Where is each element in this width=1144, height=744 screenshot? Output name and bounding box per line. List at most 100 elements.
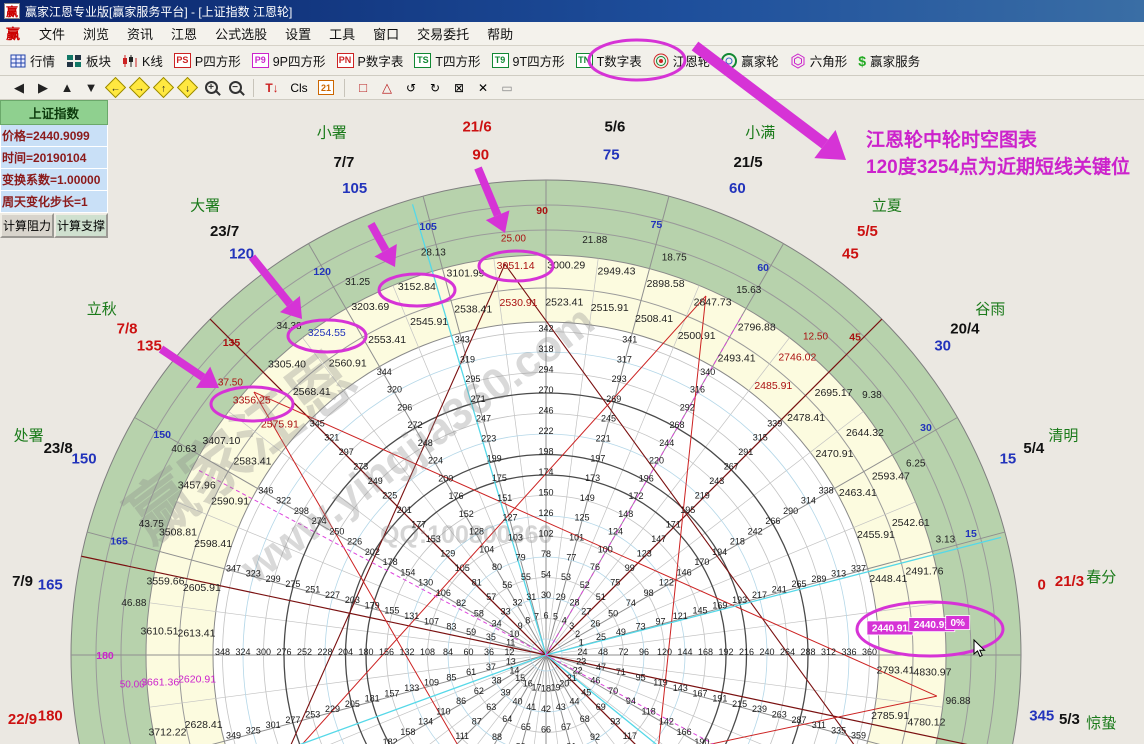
- menu-browse[interactable]: 浏览: [74, 22, 118, 45]
- svg-text:17: 17: [532, 682, 542, 692]
- svg-text:48: 48: [598, 647, 608, 657]
- svg-text:338: 338: [819, 485, 834, 495]
- zoom-out-button[interactable]: −: [224, 78, 246, 98]
- svg-text:3000.29: 3000.29: [547, 260, 585, 272]
- rotate-cw-button[interactable]: ↻: [424, 78, 446, 98]
- svg-text:336: 336: [841, 647, 856, 657]
- svg-text:145: 145: [693, 606, 708, 616]
- svg-text:346: 346: [258, 485, 273, 495]
- svg-text:2440.91: 2440.91: [872, 623, 909, 634]
- menu-trade-entrust[interactable]: 交易委托: [408, 22, 478, 45]
- rotate-ccw-button[interactable]: ↺: [400, 78, 422, 98]
- calc-support-button[interactable]: 计算支撑: [54, 213, 108, 238]
- toolbar-kline-button[interactable]: K线: [118, 49, 170, 72]
- calendar-button[interactable]: 21: [315, 78, 337, 98]
- pan-left-button[interactable]: ←: [104, 78, 126, 98]
- toolbar-t-square-button[interactable]: TS T四方形: [410, 49, 487, 72]
- svg-text:196: 196: [639, 473, 654, 483]
- svg-text:34: 34: [492, 619, 502, 629]
- gann-wheel-chart[interactable]: 赢家江恩www.yingjia360.comQQ:1008003602770.9…: [0, 0, 1144, 744]
- candles-icon: [122, 54, 138, 68]
- toolbar-p-number-table-button[interactable]: PN P数字表: [333, 49, 411, 72]
- svg-text:152: 152: [459, 509, 474, 519]
- menu-file[interactable]: 文件: [30, 22, 74, 45]
- svg-text:295: 295: [465, 374, 480, 384]
- draw-triangle-button[interactable]: △: [376, 78, 398, 98]
- toolbar-label: 赢家服务: [870, 51, 920, 70]
- svg-text:360: 360: [862, 647, 877, 657]
- projector-button[interactable]: ▭: [496, 78, 518, 98]
- svg-text:359: 359: [851, 731, 866, 741]
- nav-right-button[interactable]: ▶: [32, 78, 54, 98]
- menu-gann[interactable]: 江恩: [162, 22, 206, 45]
- svg-text:180: 180: [96, 650, 114, 662]
- ps-icon: PS: [174, 53, 191, 68]
- toolbar-winner-service-button[interactable]: $ 赢家服务: [854, 49, 927, 72]
- svg-text:30: 30: [920, 422, 932, 434]
- svg-text:3457.96: 3457.96: [178, 479, 216, 491]
- toolbar-t-number-table-button[interactable]: TN T数字表: [572, 49, 649, 72]
- calc-resistance-button[interactable]: 计算阻力: [0, 213, 54, 238]
- expand-button[interactable]: ⊠: [448, 78, 470, 98]
- t-down-button[interactable]: T↓: [261, 78, 283, 98]
- nav-left-button[interactable]: ◀: [8, 78, 30, 98]
- svg-text:52: 52: [580, 580, 590, 590]
- svg-text:68: 68: [580, 714, 590, 724]
- svg-text:60: 60: [729, 180, 746, 197]
- svg-text:80: 80: [492, 562, 502, 572]
- nav-down-button[interactable]: ▼: [80, 78, 102, 98]
- menu-news[interactable]: 资讯: [118, 22, 162, 45]
- svg-text:惊蛰: 惊蛰: [1086, 715, 1116, 732]
- svg-text:3254.55: 3254.55: [308, 327, 346, 339]
- zoom-in-button[interactable]: +: [200, 78, 222, 98]
- svg-text:2491.76: 2491.76: [906, 566, 944, 578]
- calendar-icon: 21: [318, 80, 334, 95]
- menu-formula-stock-pick[interactable]: 公式选股: [206, 22, 276, 45]
- toolbar-9p-square-button[interactable]: P9 9P四方形: [248, 49, 333, 72]
- menu-window[interactable]: 窗口: [364, 22, 408, 45]
- draw-square-button[interactable]: □: [352, 78, 374, 98]
- cls-button[interactable]: Cls: [285, 78, 313, 98]
- svg-text:106: 106: [436, 588, 451, 598]
- toolbar-p-square-button[interactable]: PS P四方形: [170, 49, 248, 72]
- time-row: 时间=20190104: [0, 147, 108, 169]
- svg-text:37.50: 37.50: [218, 377, 243, 388]
- wheel-ring-labels: 2770.914678.412778.414729.262785.914780.…: [96, 205, 982, 744]
- pan-right-button[interactable]: →: [128, 78, 150, 98]
- toolbar-label: 9T四方形: [513, 51, 565, 70]
- toolbar-winner-wheel-button[interactable]: 赢家轮: [717, 49, 786, 72]
- toolbar-gann-wheel-button[interactable]: 江恩轮: [649, 49, 718, 72]
- menu-settings[interactable]: 设置: [276, 22, 320, 45]
- svg-text:125: 125: [574, 513, 589, 523]
- svg-text:321: 321: [324, 433, 339, 443]
- svg-text:2746.02: 2746.02: [778, 352, 816, 364]
- toolbar-quotes-button[interactable]: 行情: [6, 49, 62, 72]
- toolbar-hexagon-button[interactable]: 六角形: [786, 49, 855, 72]
- svg-text:45: 45: [849, 331, 861, 343]
- svg-text:12: 12: [504, 647, 514, 657]
- svg-text:275: 275: [285, 579, 300, 589]
- shrink-button[interactable]: ✕: [472, 78, 494, 98]
- hexagon-icon: [790, 53, 806, 69]
- svg-text:15: 15: [965, 528, 977, 540]
- svg-text:7/9: 7/9: [12, 573, 33, 590]
- svg-text:288: 288: [800, 647, 815, 657]
- toolbar-9t-square-button[interactable]: T9 9T四方形: [488, 49, 572, 72]
- toolbar-sectors-button[interactable]: 板块: [62, 49, 118, 72]
- svg-text:219: 219: [695, 491, 710, 501]
- svg-text:27: 27: [581, 607, 591, 617]
- menu-tools[interactable]: 工具: [320, 22, 364, 45]
- nav-up-button[interactable]: ▲: [56, 78, 78, 98]
- svg-text:3559.66: 3559.66: [146, 575, 184, 587]
- pan-up-button[interactable]: ↑: [152, 78, 174, 98]
- svg-text:320: 320: [387, 385, 402, 395]
- svg-text:85: 85: [446, 672, 456, 682]
- svg-text:299: 299: [266, 574, 281, 584]
- svg-text:111: 111: [455, 731, 469, 741]
- toolbar-label: 9P四方形: [273, 51, 326, 70]
- svg-text:56: 56: [502, 580, 512, 590]
- menu-help[interactable]: 帮助: [478, 22, 522, 45]
- svg-text:154: 154: [400, 567, 415, 577]
- pan-down-button[interactable]: ↓: [176, 78, 198, 98]
- svg-text:43.75: 43.75: [139, 519, 164, 530]
